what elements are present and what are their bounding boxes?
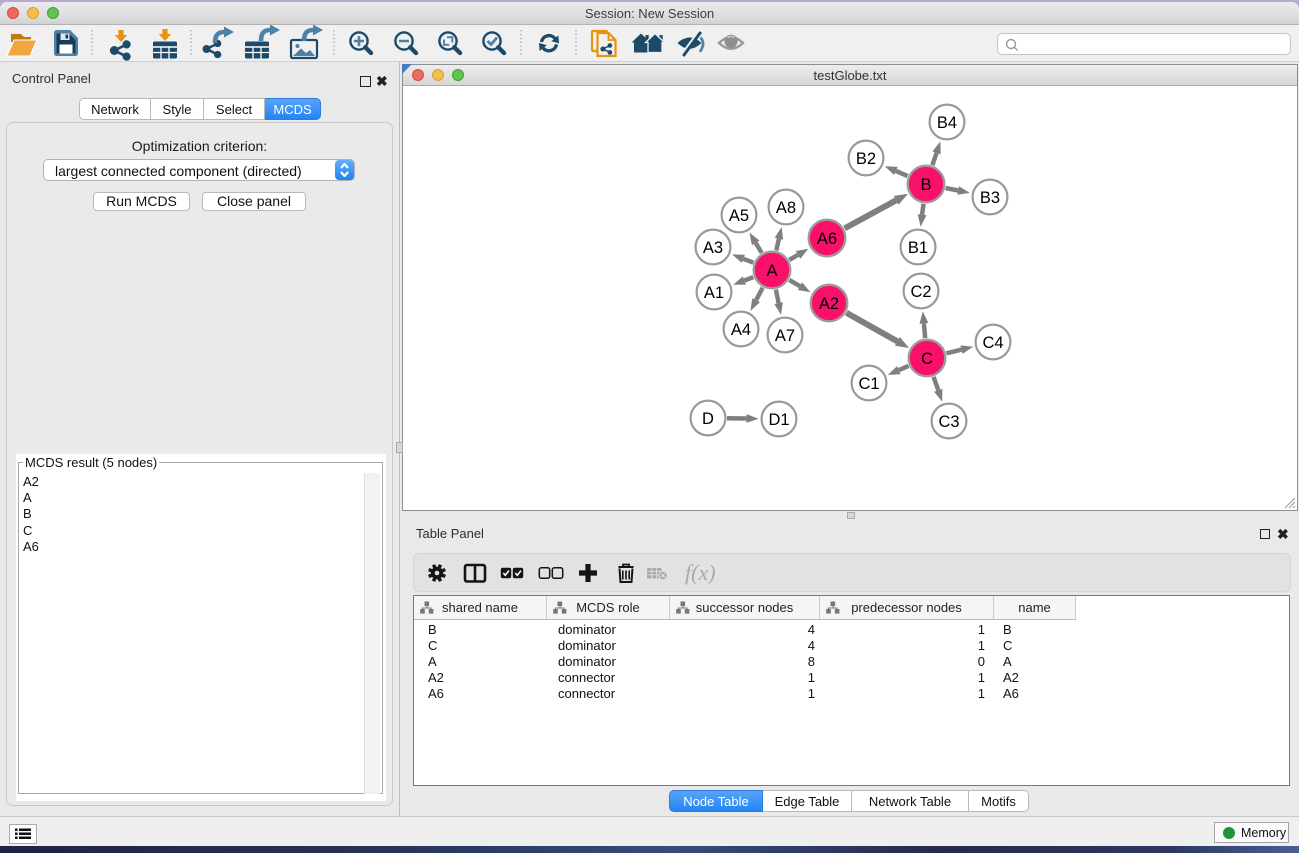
- svg-text:C1: C1: [858, 375, 879, 393]
- svg-text:C: C: [921, 350, 933, 368]
- svg-text:A5: A5: [729, 207, 749, 225]
- svg-text:B: B: [920, 176, 931, 194]
- svg-text:C3: C3: [938, 413, 959, 431]
- svg-text:B2: B2: [856, 150, 876, 168]
- svg-text:C2: C2: [910, 283, 931, 301]
- svg-text:C4: C4: [982, 334, 1003, 352]
- svg-text:A6: A6: [817, 230, 837, 248]
- svg-text:A1: A1: [704, 284, 724, 302]
- svg-text:A2: A2: [819, 295, 839, 313]
- svg-text:A: A: [766, 262, 777, 280]
- svg-text:B3: B3: [980, 189, 1000, 207]
- svg-text:D: D: [702, 410, 714, 428]
- svg-text:D1: D1: [768, 411, 789, 429]
- svg-text:B4: B4: [937, 114, 957, 132]
- svg-text:A4: A4: [731, 321, 751, 339]
- svg-text:A3: A3: [703, 239, 723, 257]
- svg-text:f(x): f(x): [685, 560, 716, 585]
- svg-text:A7: A7: [775, 327, 795, 345]
- svg-text:A8: A8: [776, 199, 796, 217]
- svg-text:B1: B1: [908, 239, 928, 257]
